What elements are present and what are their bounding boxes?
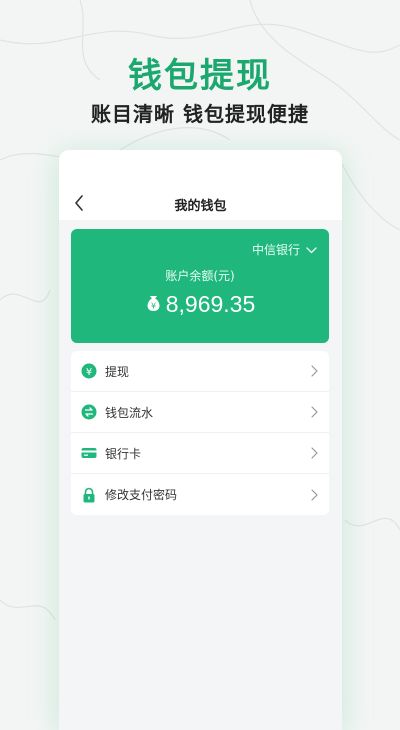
menu-item-change-password[interactable]: 修改支付密码 — [71, 474, 329, 515]
bank-card-icon — [81, 445, 97, 461]
menu-item-withdraw[interactable]: ¥ 提现 — [71, 351, 329, 392]
transfer-icon — [81, 404, 97, 420]
chevron-right-icon — [311, 488, 318, 501]
svg-text:¥: ¥ — [151, 301, 156, 310]
yen-coin-icon: ¥ — [81, 363, 97, 379]
balance-label: 账户余额(元) — [165, 269, 235, 283]
menu-item-label: 银行卡 — [105, 446, 142, 461]
promo-subline: 账目清晰 钱包提现便捷 — [91, 102, 309, 126]
chevron-down-icon — [306, 243, 317, 257]
balance-row: ¥ 8,969.35 — [71, 291, 329, 318]
svg-text:¥: ¥ — [86, 367, 92, 378]
menu-item-label: 修改支付密码 — [105, 488, 178, 502]
chevron-right-icon — [311, 406, 318, 418]
chevron-right-icon — [311, 447, 318, 459]
chevron-right-icon — [311, 365, 318, 377]
nav-bar: 我的钱包 — [59, 150, 342, 220]
bank-selector[interactable]: 中信银行 — [252, 241, 317, 258]
menu-item-label: 提现 — [105, 364, 130, 379]
menu-item-label: 钱包流水 — [105, 405, 154, 420]
money-bag-icon: ¥ — [145, 294, 162, 316]
menu-item-wallet-flow[interactable]: 钱包流水 — [71, 392, 329, 433]
lock-icon — [81, 487, 97, 503]
balance-card: 中信银行 账户余额(元) ¥ 8,969.35 — [71, 229, 329, 343]
balance-amount: 8,969.35 — [165, 291, 256, 317]
page-title: 我的钱包 — [174, 199, 227, 214]
bank-name: 中信银行 — [251, 243, 300, 257]
phone-screen: 我的钱包 中信银行 账户余额(元) ¥ 8,969.35 ¥ 提现 钱包流水 银… — [59, 150, 342, 730]
wallet-menu: ¥ 提现 钱包流水 银行卡 修改支付密码 — [71, 351, 329, 515]
promo-headline: 钱包提现 — [128, 56, 272, 96]
menu-item-bank-card[interactable]: 银行卡 — [71, 433, 329, 474]
